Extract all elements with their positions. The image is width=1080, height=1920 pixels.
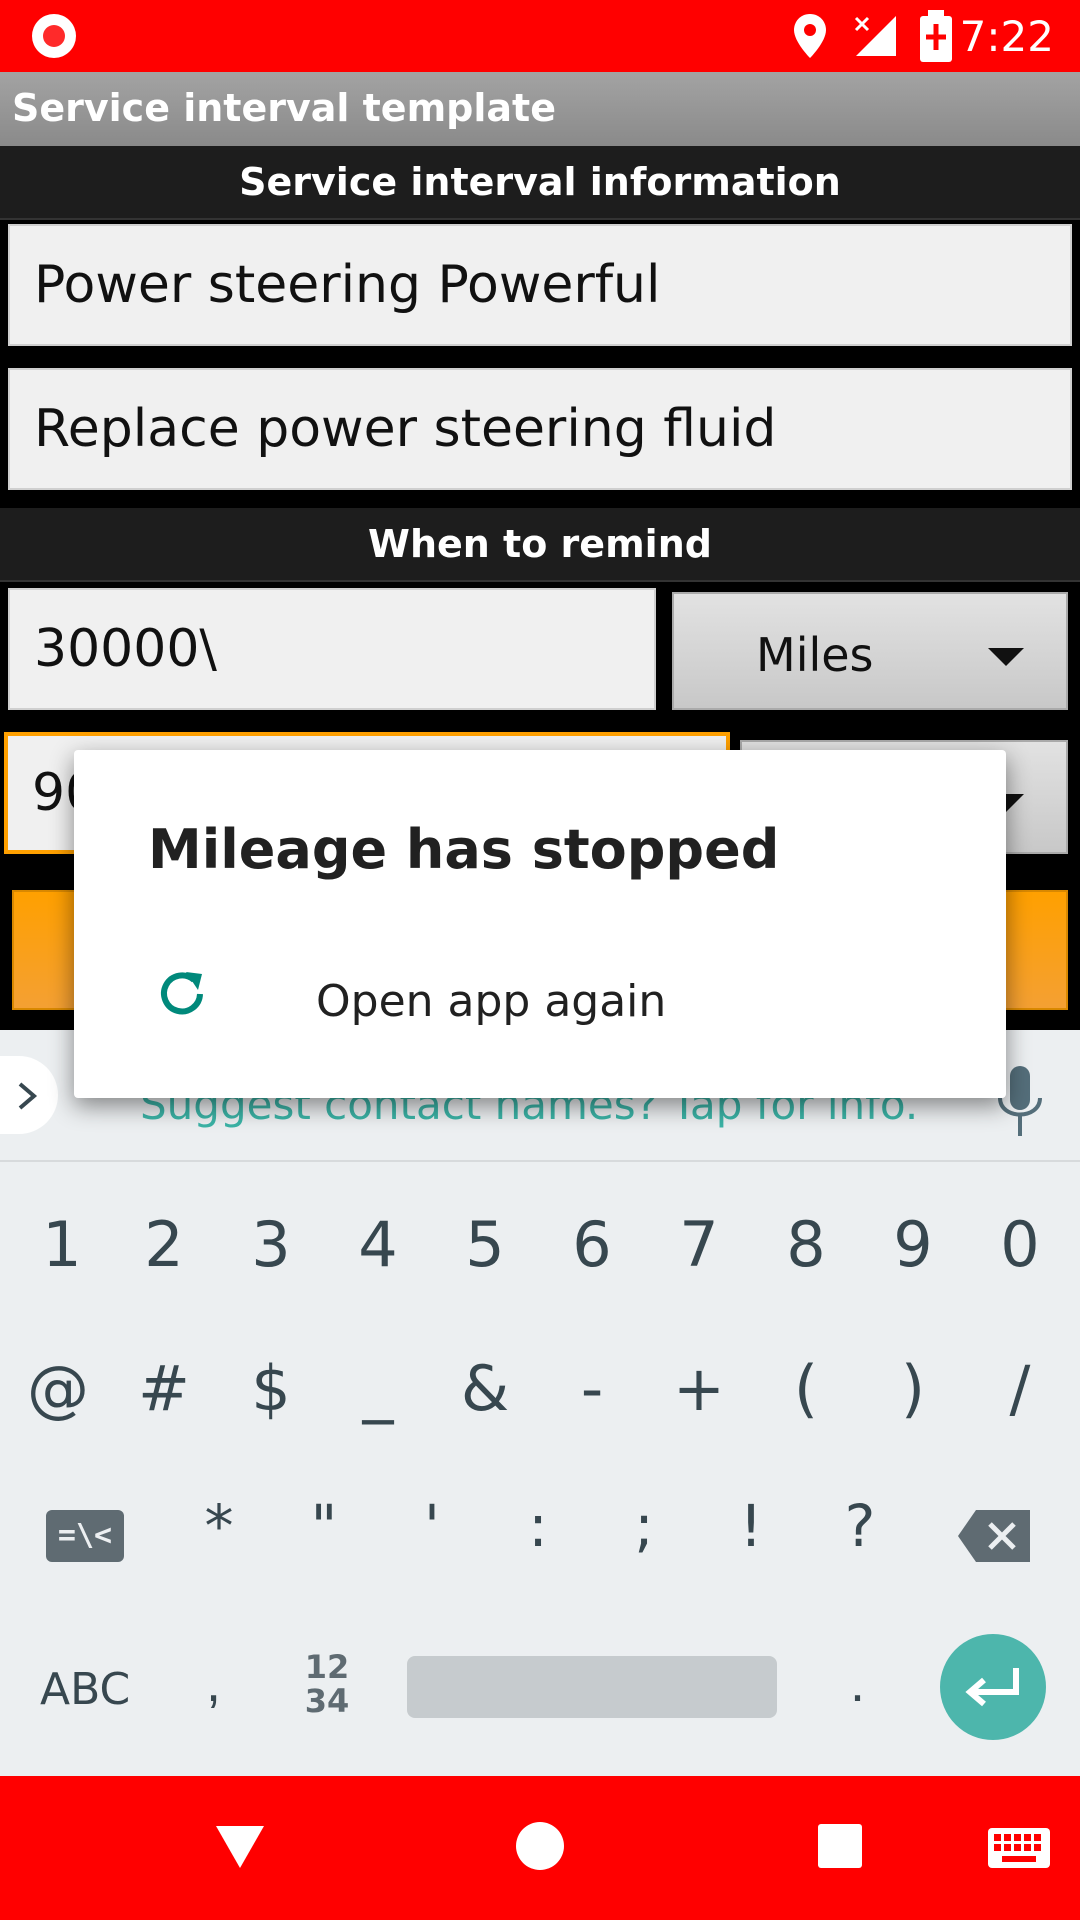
comma-key[interactable]: , bbox=[206, 1652, 221, 1714]
section-header-when-to-remind: When to remind bbox=[0, 508, 1080, 582]
key[interactable]: / bbox=[966, 1352, 1074, 1425]
navigation-bar bbox=[0, 1776, 1080, 1920]
recent-apps-icon[interactable] bbox=[818, 1824, 862, 1868]
key[interactable]: ? bbox=[806, 1492, 914, 1560]
key[interactable]: ( bbox=[752, 1352, 860, 1425]
enter-key[interactable] bbox=[940, 1634, 1046, 1740]
key[interactable]: ' bbox=[378, 1492, 486, 1560]
key[interactable]: " bbox=[270, 1492, 378, 1560]
signal-no-service-icon bbox=[854, 16, 896, 56]
app-stopped-dialog: Mileage has stopped Open app again bbox=[74, 750, 1006, 1098]
key[interactable]: 7 bbox=[645, 1208, 753, 1281]
enter-icon bbox=[965, 1668, 1019, 1707]
status-bar: 7:22 bbox=[0, 0, 1080, 72]
numpad-key[interactable]: 12 34 bbox=[300, 1650, 354, 1718]
key[interactable]: 6 bbox=[538, 1208, 646, 1281]
backspace-icon[interactable] bbox=[958, 1510, 1030, 1562]
key[interactable]: 0 bbox=[966, 1208, 1074, 1281]
clock: 7:22 bbox=[959, 12, 1054, 61]
app-title-bar: Service interval template bbox=[0, 72, 1080, 146]
key[interactable]: 4 bbox=[324, 1208, 432, 1281]
key[interactable]: - bbox=[538, 1352, 646, 1425]
dialog-title: Mileage has stopped bbox=[148, 818, 780, 881]
key[interactable]: 5 bbox=[431, 1208, 539, 1281]
distance-interval-field[interactable]: 30000\ bbox=[8, 588, 656, 710]
key[interactable]: ; bbox=[590, 1492, 698, 1560]
key[interactable]: $ bbox=[217, 1352, 325, 1425]
refresh-icon[interactable] bbox=[156, 968, 208, 1020]
key[interactable]: + bbox=[645, 1352, 753, 1425]
key[interactable]: @ bbox=[4, 1352, 112, 1425]
chevron-down-icon bbox=[988, 648, 1024, 666]
key[interactable]: 8 bbox=[752, 1208, 860, 1281]
chevron-right-icon bbox=[18, 1082, 38, 1110]
key[interactable]: & bbox=[431, 1352, 539, 1425]
distance-unit-label: Miles bbox=[756, 628, 874, 682]
service-name-field[interactable]: Power steering Powerful bbox=[8, 224, 1072, 346]
space-key[interactable] bbox=[407, 1656, 777, 1718]
app-title: Service interval template bbox=[12, 86, 556, 130]
key[interactable]: 3 bbox=[217, 1208, 325, 1281]
suggestion-expand-button[interactable] bbox=[0, 1056, 58, 1134]
section-header-service-info: Service interval information bbox=[0, 146, 1080, 220]
battery-charging-icon bbox=[920, 10, 952, 62]
back-icon[interactable] bbox=[214, 1824, 266, 1870]
numpad-key-bottom: 34 bbox=[304, 1682, 350, 1720]
symbols-key[interactable]: =\< bbox=[46, 1510, 124, 1562]
key[interactable]: _ bbox=[324, 1352, 432, 1425]
period-key[interactable]: . bbox=[850, 1652, 865, 1714]
key[interactable]: 1 bbox=[8, 1208, 116, 1281]
key[interactable]: ) bbox=[859, 1352, 967, 1425]
soft-keyboard: 1 2 3 4 5 6 7 8 9 0 @ # $ _ & - + ( ) / … bbox=[0, 1162, 1080, 1776]
numpad-key-top: 12 bbox=[304, 1648, 350, 1686]
distance-unit-dropdown[interactable]: Miles bbox=[672, 592, 1068, 710]
key[interactable]: * bbox=[165, 1492, 273, 1560]
keyboard-switch-icon[interactable] bbox=[988, 1828, 1050, 1868]
key[interactable]: # bbox=[110, 1352, 218, 1425]
abc-key[interactable]: ABC bbox=[40, 1664, 130, 1715]
key[interactable]: 2 bbox=[110, 1208, 218, 1281]
open-app-again-button[interactable]: Open app again bbox=[316, 976, 666, 1027]
key[interactable]: 9 bbox=[859, 1208, 967, 1281]
screen-record-icon bbox=[32, 14, 76, 58]
home-icon[interactable] bbox=[516, 1822, 564, 1870]
key[interactable]: : bbox=[484, 1492, 592, 1560]
service-description-field[interactable]: Replace power steering fluid bbox=[8, 368, 1072, 490]
key[interactable]: ! bbox=[697, 1492, 805, 1560]
location-icon bbox=[794, 14, 826, 58]
